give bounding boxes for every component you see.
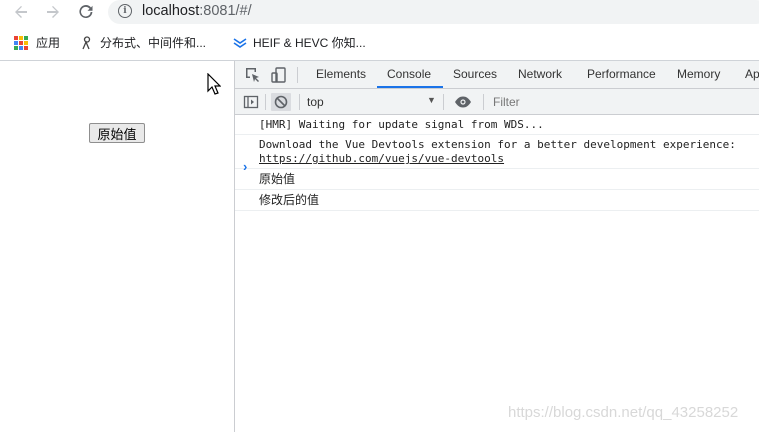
devtools-tabbar: Elements Console Sources Network Perform… [235, 61, 759, 89]
site-info-icon[interactable]: i [118, 4, 132, 18]
url-text[interactable]: localhost:8081/#/ [142, 3, 252, 19]
console-message: [HMR] Waiting for update signal from WDS… [235, 115, 759, 135]
active-tab-indicator [377, 86, 443, 88]
console-message: Download the Vue Devtools extension for … [235, 135, 759, 169]
toolbar-separator [299, 94, 300, 110]
message-text: [HMR] Waiting for update signal from WDS… [259, 118, 544, 131]
reload-icon[interactable] [75, 1, 97, 23]
console-message: 修改后的值 [235, 190, 759, 211]
bookmark-distributed[interactable]: 分布式、中间件和... [80, 34, 206, 51]
tab-network[interactable]: Network [518, 67, 562, 81]
tab-memory[interactable]: Memory [677, 67, 720, 81]
context-selector[interactable]: top [307, 95, 324, 109]
toolbar-separator [265, 94, 266, 110]
console-prompt-icon[interactable]: › [243, 159, 247, 174]
inspect-element-icon[interactable] [245, 67, 261, 83]
tab-application[interactable]: Ap [745, 67, 759, 81]
dropdown-arrow-icon[interactable]: ▼ [427, 95, 436, 105]
bookmarks-bar: 应用 分布式、中间件和... HEIF & HEVC 你知... [0, 29, 759, 55]
bookmark-label: 应用 [36, 36, 61, 50]
eye-icon[interactable] [454, 94, 471, 110]
mouse-cursor-icon [207, 72, 222, 98]
person-icon [80, 35, 94, 50]
back-arrow-icon[interactable] [10, 1, 32, 23]
browser-toolbar: i localhost:8081/#/ [0, 0, 759, 26]
bookmark-heif[interactable]: HEIF & HEVC 你知... [233, 34, 366, 51]
page-viewport: 原始值 [0, 61, 234, 432]
console-message: 原始值 [235, 169, 759, 190]
tab-console[interactable]: Console [387, 67, 431, 81]
url-path: :8081/#/ [199, 3, 252, 19]
watermark: https://blog.csdn.net/qq_43258252 [508, 404, 739, 421]
message-text: 修改后的值 [259, 193, 320, 207]
tab-performance[interactable]: Performance [587, 67, 656, 81]
clear-console-icon[interactable] [271, 93, 291, 111]
url-host: localhost [142, 3, 200, 19]
toolbar-separator [483, 94, 484, 110]
filter-input[interactable]: Filter [493, 95, 520, 109]
vue-devtools-link[interactable]: https://github.com/vuejs/vue-devtools [259, 152, 504, 165]
message-text: 原始值 [259, 172, 296, 186]
tab-elements[interactable]: Elements [316, 67, 366, 81]
bookmark-apps[interactable]: 应用 [14, 34, 60, 51]
tab-separator [297, 67, 298, 83]
console-messages: [HMR] Waiting for update signal from WDS… [235, 115, 759, 211]
original-value-button[interactable]: 原始值 [89, 123, 145, 143]
message-text: Download the Vue Devtools extension for … [259, 138, 736, 151]
console-toolbar: top ▼ Filter [235, 89, 759, 115]
bookmark-label: 分布式、中间件和... [100, 36, 207, 50]
chevron-double-icon [233, 36, 247, 50]
tab-sources[interactable]: Sources [453, 67, 497, 81]
sidebar-toggle-icon[interactable] [243, 94, 259, 110]
bookmark-label: HEIF & HEVC 你知... [253, 36, 366, 50]
devtools-panel: Elements Console Sources Network Perform… [234, 61, 759, 432]
toolbar-separator [443, 94, 444, 110]
apps-grid-icon [14, 35, 28, 50]
device-toolbar-icon[interactable] [271, 67, 287, 83]
forward-arrow-icon[interactable] [42, 1, 64, 23]
